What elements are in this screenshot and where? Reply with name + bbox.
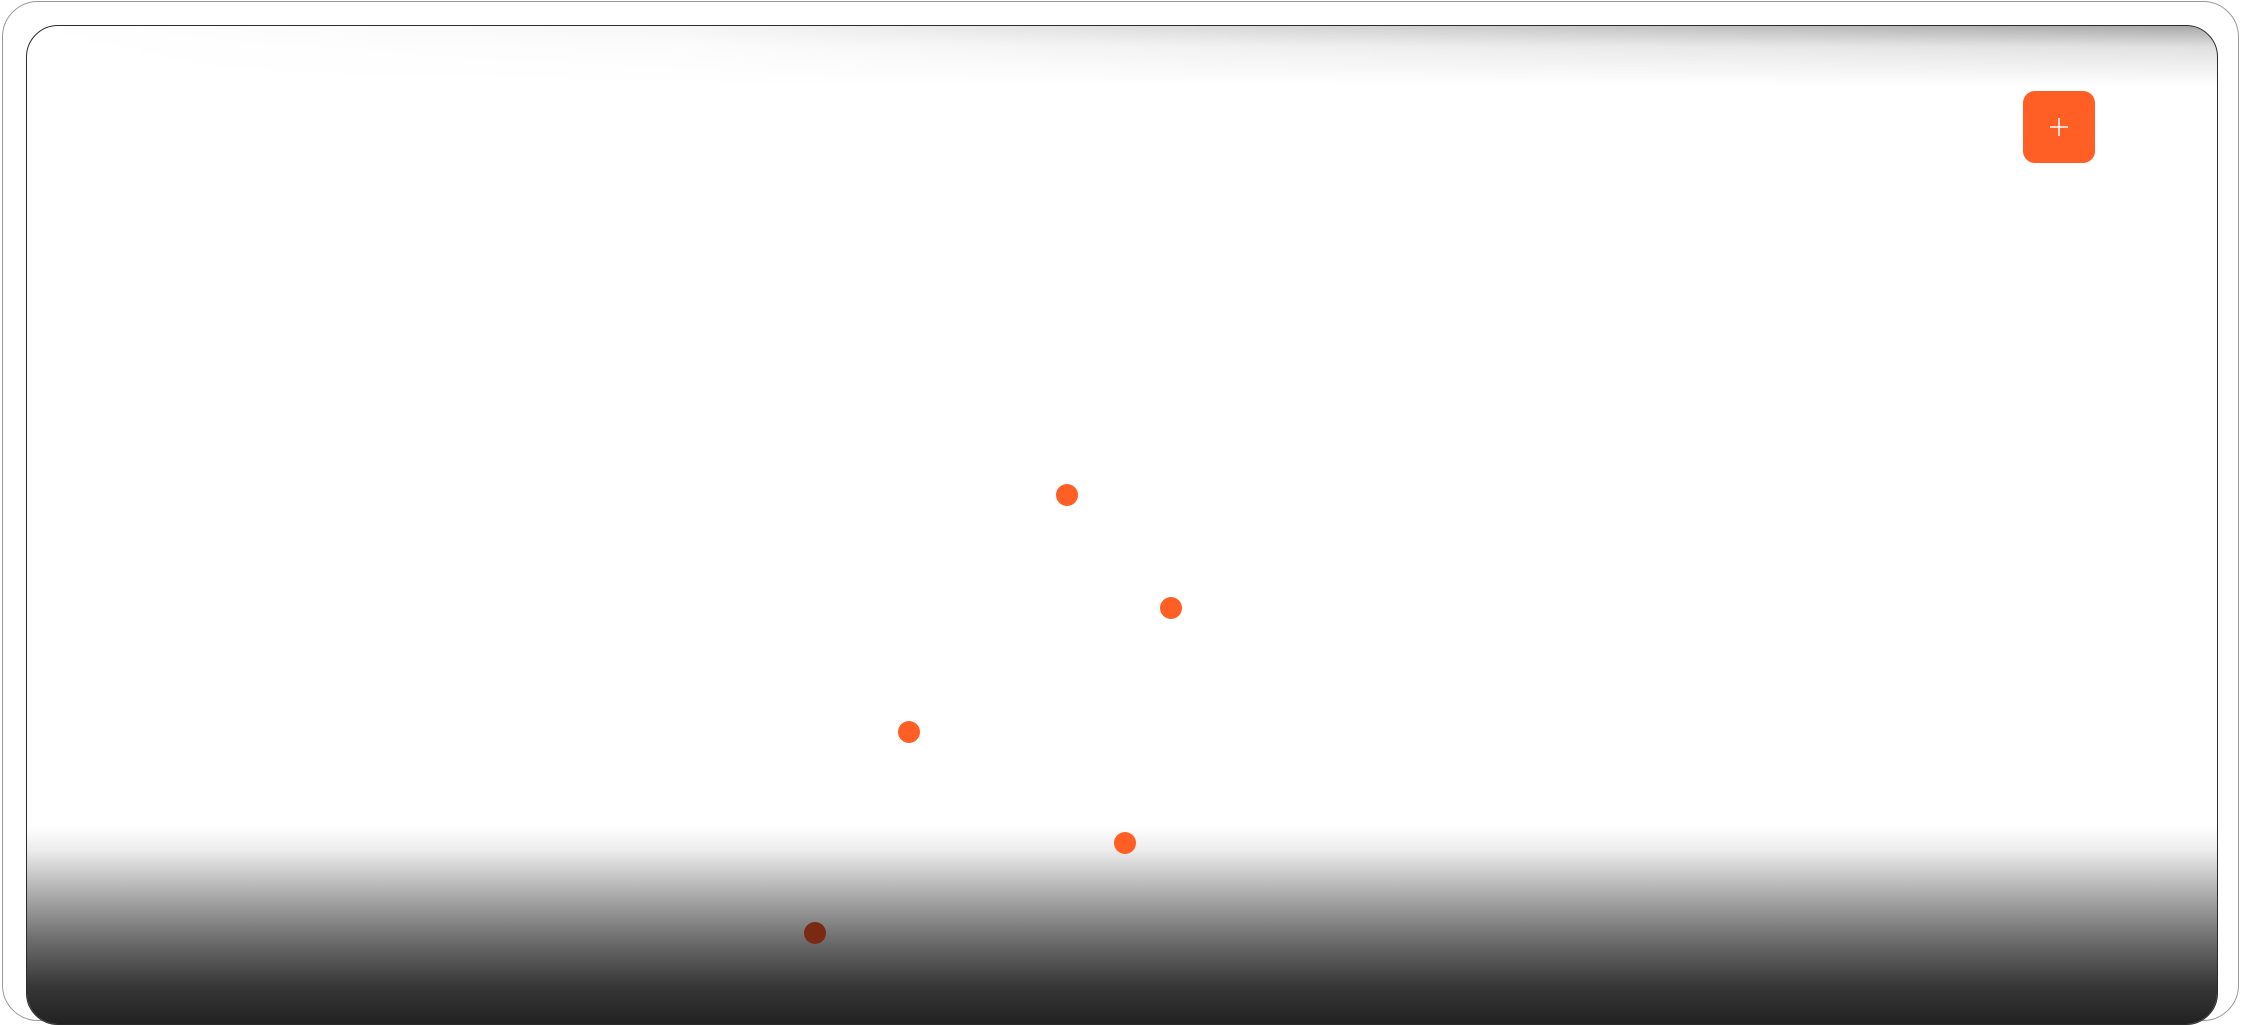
canvas-area[interactable] [26, 25, 2218, 1025]
plus-icon [2023, 116, 2095, 138]
map-point[interactable] [1114, 832, 1136, 854]
bottom-gradient-overlay [27, 826, 2217, 1024]
add-button[interactable] [2023, 91, 2095, 163]
map-point[interactable] [1056, 484, 1078, 506]
map-point[interactable] [1160, 597, 1182, 619]
map-point[interactable] [804, 922, 826, 944]
top-edge-shadow [27, 26, 2217, 86]
map-point[interactable] [898, 721, 920, 743]
